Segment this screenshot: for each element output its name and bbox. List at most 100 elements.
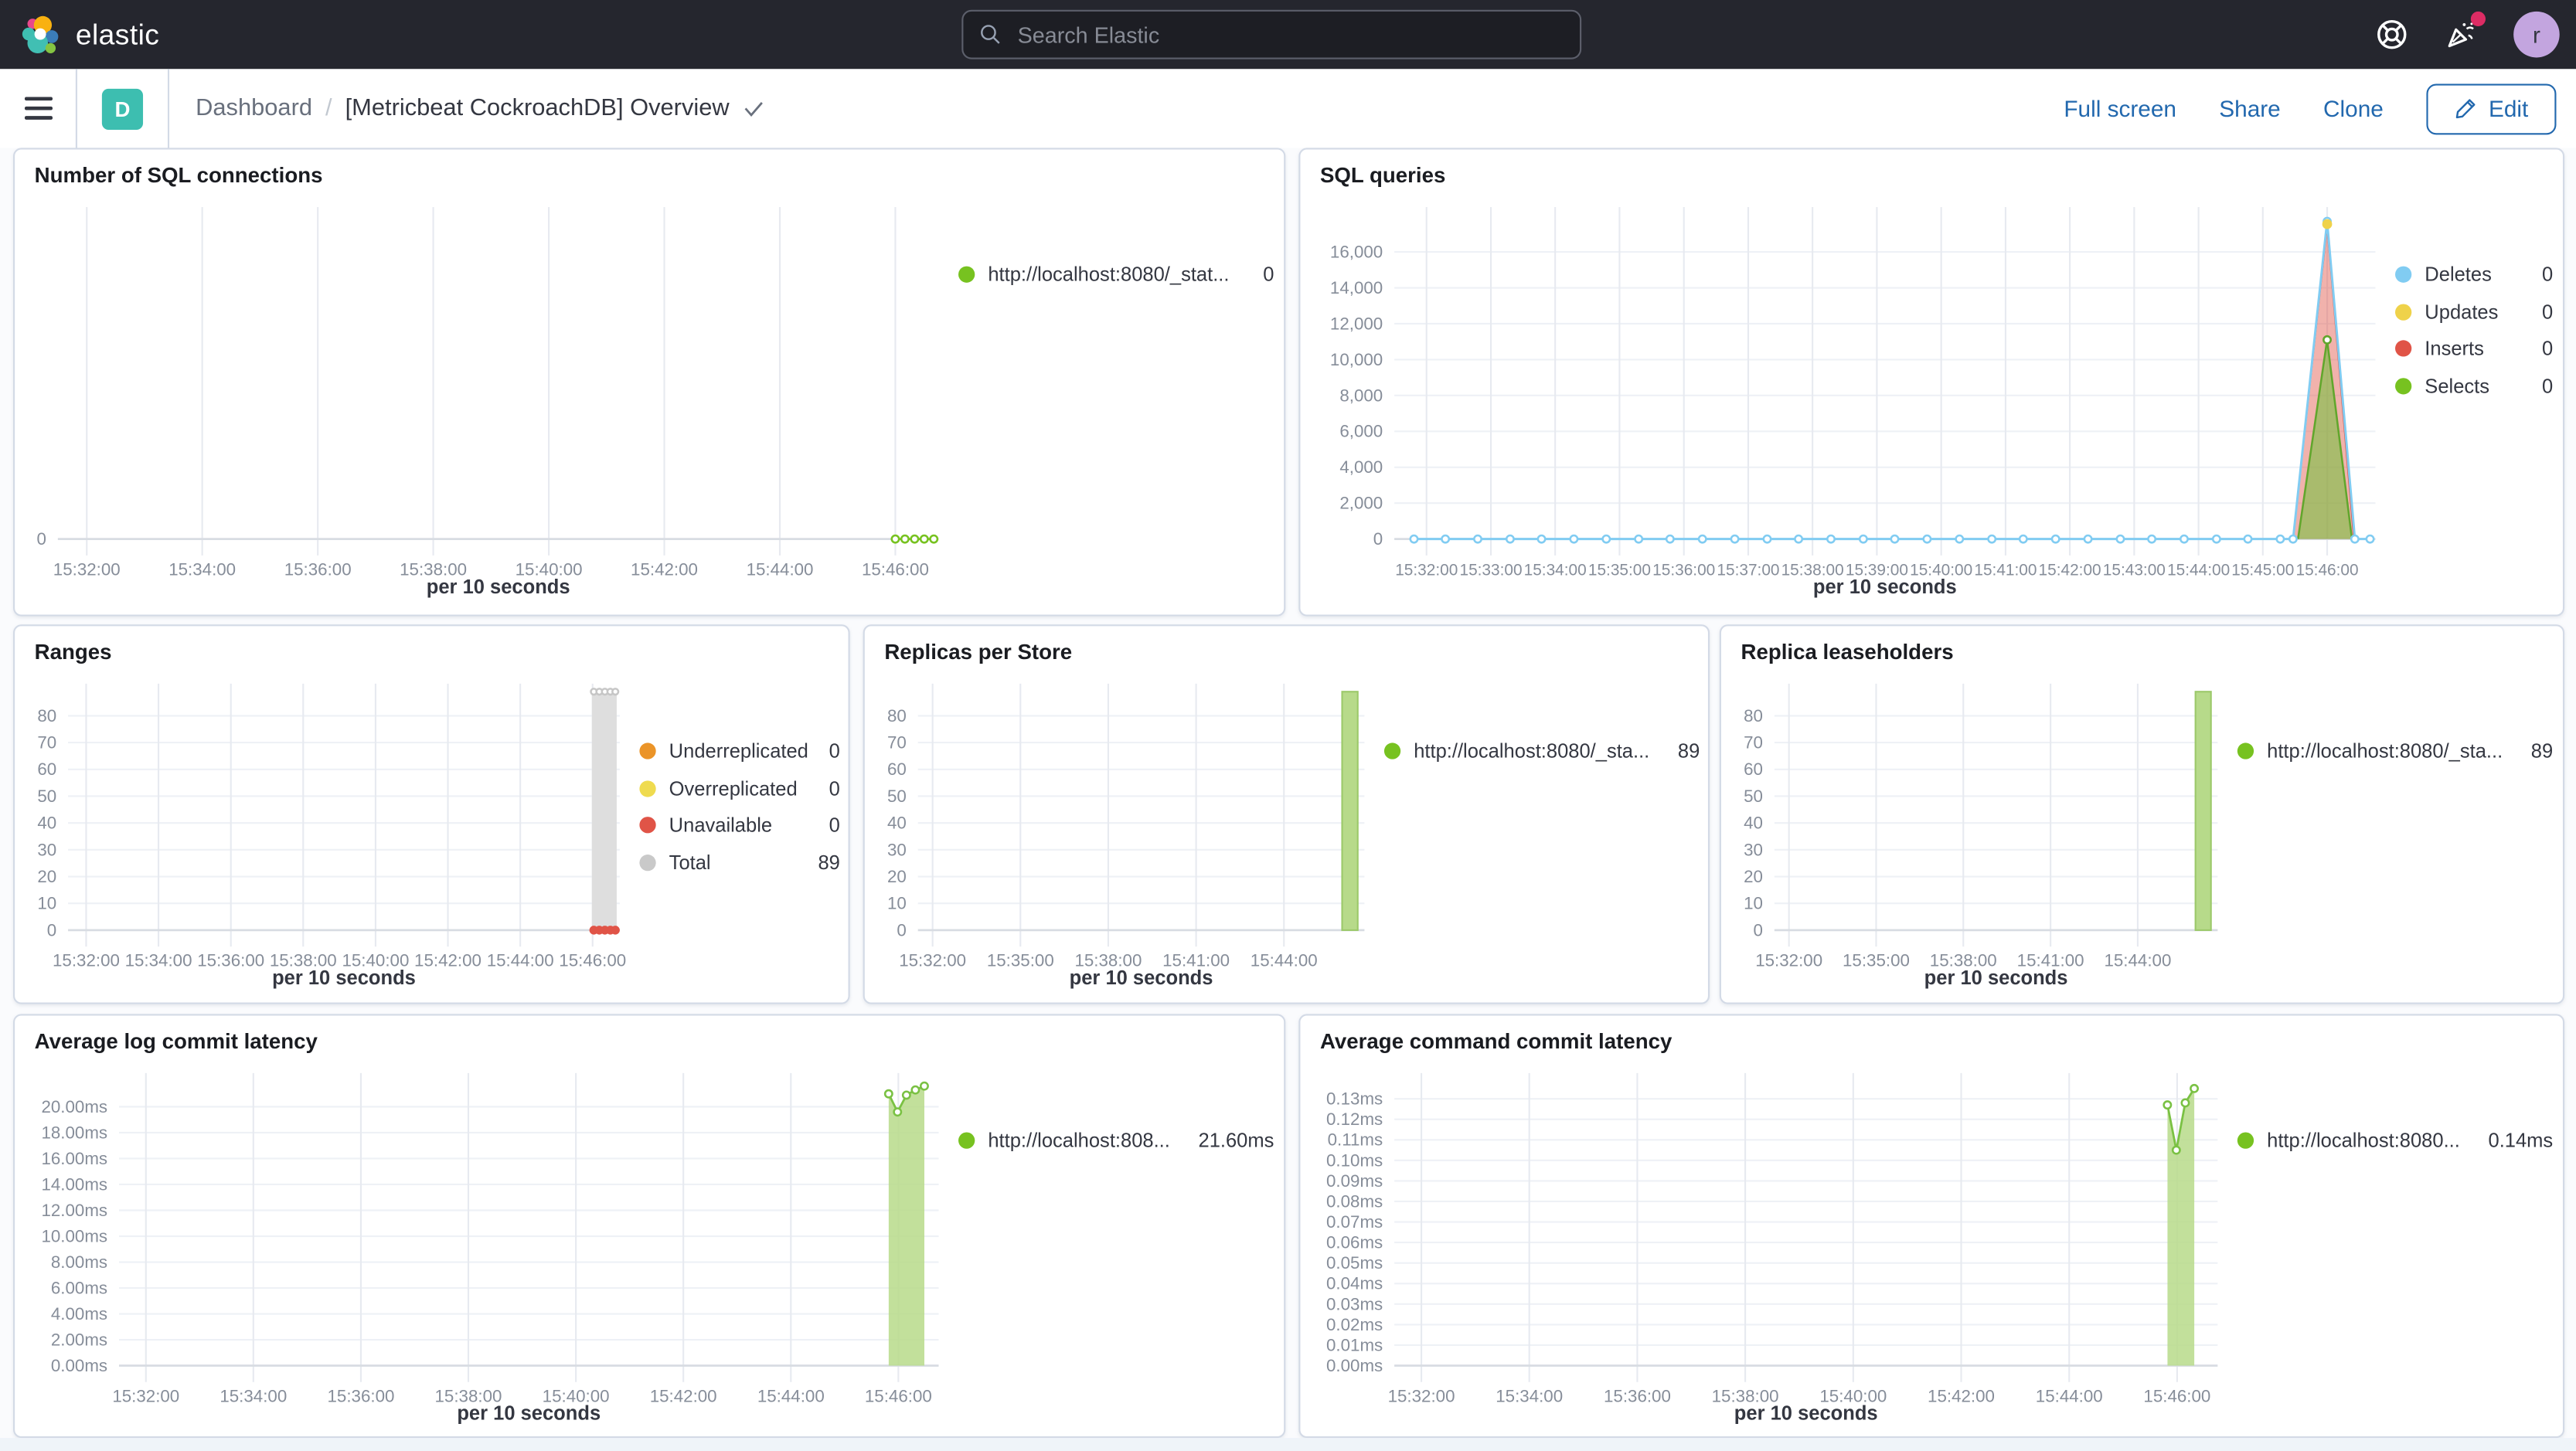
panel-title[interactable]: Number of SQL connections [15,150,1284,188]
svg-text:70: 70 [1744,733,1763,753]
svg-text:60: 60 [1744,759,1763,779]
legend-item[interactable]: http://localhost:8080... 0.14ms [2237,1129,2553,1152]
search-input[interactable] [1014,20,1564,49]
svg-text:10: 10 [1744,894,1763,913]
chart-legend: http://localhost:8080/_stat... 0 [958,191,1274,598]
svg-text:0: 0 [47,920,56,940]
svg-text:15:44:00: 15:44:00 [2104,951,2171,970]
legend-item[interactable]: Inserts 0 [2395,337,2553,360]
legend-item[interactable]: http://localhost:8080/_sta... 89 [2237,739,2553,763]
breadcrumb-dashboard-link[interactable]: Dashboard [196,95,312,121]
legend-item[interactable]: Unavailable 0 [639,813,840,837]
legend-item[interactable]: Updates 0 [2395,300,2553,323]
legend-series-dot [2395,266,2412,283]
chart-legend: Deletes 0 Updates 0 Inserts 0 Selects 0 [2395,191,2553,598]
clone-button[interactable]: Clone [2323,95,2384,121]
svg-text:0.10ms: 0.10ms [1326,1150,1383,1170]
svg-text:15:36:00: 15:36:00 [197,951,264,970]
elastic-logo[interactable]: elastic [0,14,159,55]
panel-replica-leaseholders: Replica leaseholders 0 10 20 30 40 50 60 70 80 15… [1719,624,2565,1004]
global-search[interactable] [961,9,1582,59]
svg-text:15:46:00: 15:46:00 [865,1386,932,1405]
panel-ranges: Ranges 0 10 20 30 40 50 60 70 80 15:32:00 15:34:00… [13,624,850,1004]
panel-title[interactable]: Ranges [15,626,848,664]
brand-text: elastic [75,17,160,50]
help-lifebuoy-icon[interactable] [2376,18,2409,51]
legend-series-dot [958,266,975,283]
svg-text:per 10 seconds: per 10 seconds [1734,1403,1878,1425]
legend-series-dot [639,853,656,871]
panel-title[interactable]: Replica leaseholders [1721,626,2563,664]
notification-badge [2470,11,2486,27]
svg-text:16.00ms: 16.00ms [41,1149,107,1168]
user-avatar[interactable]: r [2513,11,2560,58]
svg-text:15:35:00: 15:35:00 [1588,561,1651,579]
newsfeed-party-popper-icon[interactable] [2445,11,2486,51]
svg-text:15:44:00: 15:44:00 [757,1386,825,1405]
legend-item[interactable]: Selects 0 [2395,374,2553,397]
svg-text:per 10 seconds: per 10 seconds [427,576,570,598]
svg-text:15:46:00: 15:46:00 [2296,561,2359,579]
legend-series-label: Total [669,850,711,874]
svg-text:0.07ms: 0.07ms [1326,1212,1383,1232]
panel-title[interactable]: SQL queries [1300,150,2563,188]
legend-series-value: 0 [2541,373,2554,397]
legend-series-label: http://localhost:808... [988,1129,1170,1153]
legend-item[interactable]: http://localhost:8080/_stat... 0 [958,263,1274,286]
search-icon [981,25,1000,44]
svg-text:15:45:00: 15:45:00 [2231,561,2294,579]
legend-series-value: 0 [829,813,840,837]
legend-series-label: Overreplicated [669,776,798,800]
svg-text:15:34:00: 15:34:00 [219,1386,287,1405]
legend-series-dot [2237,1132,2254,1149]
svg-text:15:34:00: 15:34:00 [1524,561,1587,579]
menu-hamburger-icon[interactable] [0,69,76,148]
svg-text:0.11ms: 0.11ms [1328,1130,1383,1150]
svg-text:15:32:00: 15:32:00 [112,1386,179,1405]
chart-legend: http://localhost:8080/_sta... 89 [2237,668,2553,990]
full-screen-button[interactable]: Full screen [2064,95,2176,121]
panel-title[interactable]: Replicas per Store [865,626,1708,664]
svg-text:20: 20 [1744,867,1763,886]
svg-text:per 10 seconds: per 10 seconds [1924,967,2068,989]
sql-queries-chart: 0 2,000 4,000 6,000 8,000 10,000 12,000 14,000 1… [1330,207,2376,598]
panel-sql-queries: SQL queries 0 2,000 4,000 6,000 8,000 10,000 1… [1298,148,2565,617]
legend-series-dot [958,1132,975,1149]
svg-text:0.06ms: 0.06ms [1326,1233,1383,1252]
legend-series-value: 89 [818,850,840,874]
panel-number-of-sql-connections: Number of SQL connections 0 15:32:00 15:34… [13,148,1286,617]
legend-series-label: Deletes [2425,263,2492,287]
legend-item[interactable]: Underreplicated 0 [639,739,840,763]
svg-text:15:44:00: 15:44:00 [2167,561,2230,579]
svg-text:15:44:00: 15:44:00 [2036,1386,2103,1405]
svg-text:80: 80 [1744,706,1763,726]
svg-text:per 10 seconds: per 10 seconds [1813,576,1957,598]
dashboard-badge[interactable]: D [101,87,144,129]
kibana-dashboard: elastic Search Elastic r D Dashboard / [… [0,0,2576,1451]
legend-series-dot [2395,340,2412,357]
svg-text:50: 50 [887,787,907,806]
replicas-per-store-chart: 0102030405060708015:32:00 15:35:00 15:38:0… [887,683,1365,989]
svg-text:0.09ms: 0.09ms [1326,1171,1383,1191]
edit-button[interactable]: Edit [2426,83,2557,134]
legend-series-dot [2395,377,2412,394]
svg-text:15:36:00: 15:36:00 [1604,1386,1671,1405]
svg-text:6.00ms: 6.00ms [51,1278,107,1297]
legend-series-label: http://localhost:8080/_sta... [2267,739,2503,763]
panel-title[interactable]: Average log commit latency [15,1015,1284,1053]
panel-title[interactable]: Average command commit latency [1300,1015,2563,1053]
legend-item[interactable]: Overreplicated 0 [639,776,840,800]
legend-item[interactable]: Total 89 [639,850,840,874]
legend-item[interactable]: http://localhost:8080/_sta... 89 [1383,739,1700,763]
legend-item[interactable]: http://localhost:808... 21.60ms [958,1129,1274,1152]
legend-item[interactable]: Deletes 0 [2395,263,2553,286]
title-check-chevron-icon[interactable] [743,100,764,117]
legend-series-value: 0.14ms [2488,1129,2554,1153]
legend-series-label: http://localhost:8080... [2267,1129,2460,1153]
legend-series-value: 0 [1263,263,1274,287]
svg-text:15:46:00: 15:46:00 [2143,1386,2210,1405]
svg-text:10: 10 [37,894,56,913]
svg-text:15:42:00: 15:42:00 [631,559,698,579]
svg-text:40: 40 [37,814,56,833]
share-button[interactable]: Share [2219,95,2280,121]
